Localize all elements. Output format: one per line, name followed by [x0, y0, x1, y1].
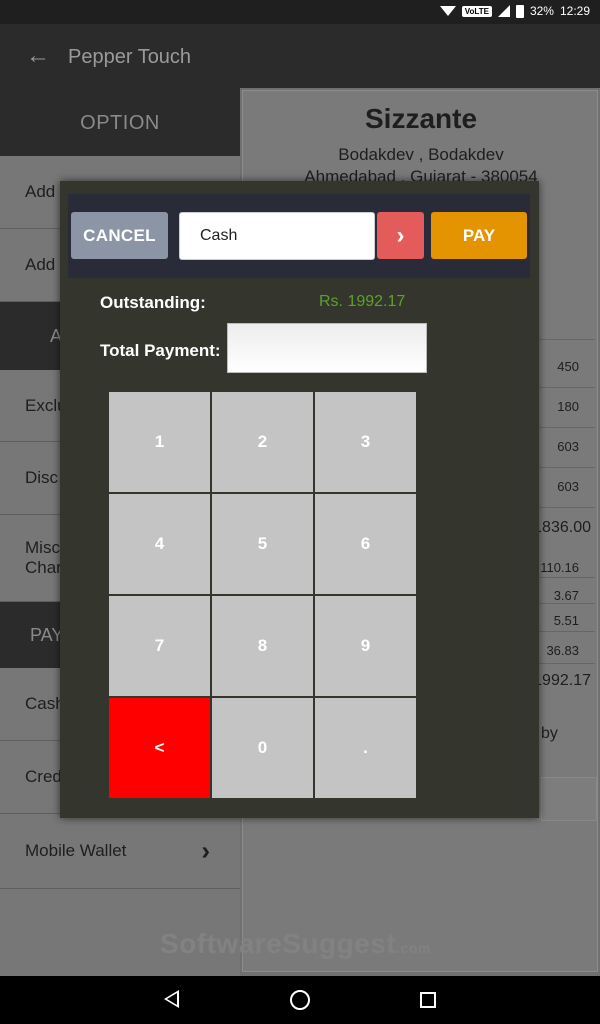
- next-button[interactable]: ›: [377, 212, 424, 259]
- battery-icon: [515, 4, 524, 18]
- watermark-text: SoftwareSuggest: [160, 928, 397, 959]
- key-2[interactable]: 2: [212, 392, 313, 492]
- key-5[interactable]: 5: [212, 494, 313, 594]
- left-row-label: Cred: [25, 767, 62, 786]
- key-1[interactable]: 1: [109, 392, 210, 492]
- receipt-divider: [539, 603, 595, 604]
- receipt-subtotal: 1836.00: [533, 519, 591, 536]
- key-8[interactable]: 8: [212, 596, 313, 696]
- chevron-right-icon: ›: [396, 221, 405, 249]
- battery-percent: 32%: [529, 4, 554, 18]
- payment-dialog: CANCEL Cash › PAY Outstanding: Rs. 1992.…: [60, 181, 539, 818]
- key-4[interactable]: 4: [109, 494, 210, 594]
- key-3[interactable]: 3: [315, 392, 416, 492]
- key-decimal[interactable]: .: [315, 698, 416, 798]
- pay-button[interactable]: PAY: [431, 212, 527, 259]
- receipt-divider: [539, 631, 595, 632]
- app-title: Pepper Touch: [68, 46, 192, 68]
- receipt-divider: [539, 467, 595, 468]
- nav-home-icon[interactable]: [290, 990, 310, 1010]
- receipt-value: 36.83: [546, 643, 579, 658]
- left-section-label: PAY: [30, 624, 64, 645]
- app-bar: ← Pepper Touch: [0, 24, 600, 88]
- receipt-divider: [539, 427, 595, 428]
- nav-recents-icon[interactable]: [420, 992, 436, 1008]
- receipt-by-text: by: [541, 725, 558, 742]
- watermark-suffix: .com: [396, 940, 431, 956]
- key-backspace[interactable]: <: [109, 698, 210, 798]
- left-row-mobile-wallet[interactable]: Mobile Wallet ›: [0, 814, 240, 889]
- restaurant-name: Sizzante: [364, 103, 478, 134]
- receipt-total: 1992.17: [533, 672, 591, 689]
- receipt-value: 450: [557, 359, 579, 374]
- key-9[interactable]: 9: [315, 596, 416, 696]
- address-line-1: Bodakdev , Bodakdev: [338, 145, 504, 164]
- receipt-divider: [539, 387, 595, 388]
- wifi-icon: [439, 6, 456, 16]
- navigation-bar: [0, 976, 600, 1024]
- status-bar: VoLTE 32% 12:29: [0, 0, 600, 24]
- option-header: OPTION: [0, 88, 240, 156]
- key-7[interactable]: 7: [109, 596, 210, 696]
- receipt-divider: [539, 663, 595, 664]
- total-payment-label: Total Payment:: [100, 341, 221, 360]
- left-row-label: Misc Char: [25, 538, 62, 577]
- total-payment-input[interactable]: [227, 323, 427, 373]
- receipt-value: 3.67: [553, 588, 579, 603]
- left-row-label: Add: [25, 255, 56, 274]
- payment-method-field[interactable]: Cash: [179, 212, 375, 260]
- receipt-divider: [539, 507, 595, 508]
- volte-badge: VoLTE: [461, 5, 492, 17]
- signal-icon: [497, 5, 510, 17]
- left-row-label: Mobile Wallet: [25, 841, 127, 860]
- receipt-value: 5.51: [553, 613, 579, 628]
- clock: 12:29: [559, 4, 590, 18]
- left-row-label: Disc: [25, 468, 59, 487]
- receipt-value: 180: [557, 399, 579, 414]
- nav-back-icon[interactable]: [164, 990, 179, 1008]
- receipt-value: 603: [557, 479, 579, 494]
- receipt-divider: [539, 339, 595, 340]
- receipt-box: [541, 777, 597, 821]
- receipt-divider: [539, 577, 595, 578]
- receipt-value: 110.16: [540, 560, 579, 575]
- key-0[interactable]: 0: [212, 698, 313, 798]
- watermark: SoftwareSuggest.com: [160, 928, 431, 960]
- chevron-right-icon: ›: [201, 835, 210, 866]
- receipt-value: 603: [557, 439, 579, 454]
- key-6[interactable]: 6: [315, 494, 416, 594]
- cancel-button[interactable]: CANCEL: [71, 212, 168, 259]
- outstanding-value: Rs. 1992.17: [319, 293, 406, 310]
- outstanding-label: Outstanding:: [100, 293, 206, 312]
- left-row-label: Cash: [25, 694, 65, 713]
- left-row-label: Add: [25, 182, 56, 201]
- back-arrow-icon[interactable]: ←: [26, 42, 50, 70]
- numeric-keypad: 1 2 3 4 5 6 7 8 9 < 0 .: [109, 392, 417, 800]
